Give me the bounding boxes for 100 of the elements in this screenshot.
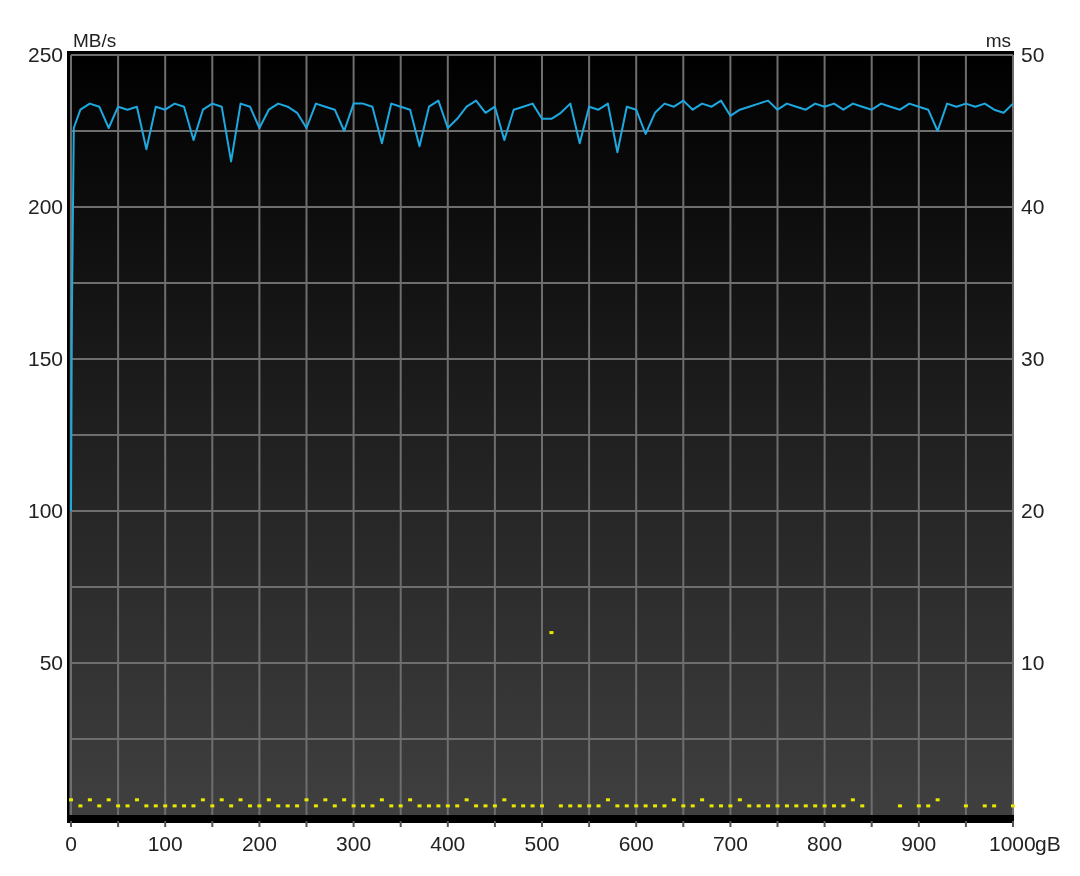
access-time-point — [784, 804, 789, 808]
y-tick-label: 250 — [27, 43, 63, 66]
access-time-point — [116, 804, 121, 808]
y2-axis-title: ms — [985, 30, 1011, 51]
access-time-point — [775, 804, 780, 808]
access-time-point — [191, 804, 196, 808]
access-time-point — [841, 804, 846, 808]
access-time-point — [492, 804, 497, 808]
access-time-point — [728, 804, 733, 808]
access-time-point — [568, 804, 573, 808]
access-time-point — [163, 804, 168, 808]
x-tick-label: 900 — [901, 832, 937, 855]
access-time-point — [530, 804, 535, 808]
y-tick-label: 20 — [1021, 499, 1045, 522]
access-time-point — [511, 804, 516, 808]
access-time-point — [172, 804, 177, 808]
access-time-point — [87, 798, 92, 802]
access-time-point — [615, 804, 620, 808]
access-time-point — [963, 804, 968, 808]
access-time-point — [455, 804, 460, 808]
access-time-point — [342, 798, 347, 802]
x-tick-label: 800 — [807, 832, 843, 855]
access-time-point — [605, 798, 610, 802]
access-time-point — [436, 804, 441, 808]
access-time-point — [766, 804, 771, 808]
access-time-point — [671, 798, 676, 802]
access-time-point — [577, 804, 582, 808]
access-time-point — [379, 798, 384, 802]
access-time-point — [323, 798, 328, 802]
access-time-point — [134, 798, 139, 802]
access-time-point — [794, 804, 799, 808]
access-time-point — [653, 804, 658, 808]
access-time-point — [153, 804, 158, 808]
x-tick-label: 200 — [241, 832, 277, 855]
access-time-point — [624, 804, 629, 808]
x-tick-label: 500 — [524, 832, 560, 855]
access-time-point — [238, 798, 243, 802]
access-time-point — [1011, 804, 1015, 808]
y-tick-label: 50 — [1021, 43, 1045, 66]
x-tick-label: 0 — [65, 832, 77, 855]
access-time-point — [370, 804, 375, 808]
access-time-point — [106, 798, 111, 802]
access-time-point — [719, 804, 723, 808]
access-time-point — [690, 804, 695, 808]
x-tick-label: 1000 — [989, 832, 1036, 855]
y-tick-label: 30 — [1021, 347, 1045, 370]
x-tick-label: 700 — [712, 832, 748, 855]
x-axis-title: gB — [1035, 832, 1061, 855]
access-time-point — [897, 804, 902, 808]
access-time-point — [248, 804, 252, 808]
access-time-point — [850, 798, 855, 802]
access-time-point — [276, 804, 281, 808]
access-time-point — [257, 804, 262, 808]
access-time-point — [709, 804, 714, 808]
access-time-point — [332, 804, 337, 808]
access-time-point — [558, 804, 563, 808]
access-time-point — [521, 804, 526, 808]
access-time-point — [295, 804, 300, 808]
access-time-point — [408, 798, 413, 802]
access-time-point — [285, 804, 290, 808]
access-time-point — [860, 804, 865, 808]
access-time-point — [483, 804, 488, 808]
y-tick-label: 100 — [27, 499, 63, 522]
access-time-point — [229, 804, 234, 808]
access-time-point — [125, 804, 130, 808]
access-time-point — [549, 631, 554, 635]
y-tick-label: 10 — [1021, 651, 1045, 674]
access-time-point — [982, 804, 987, 808]
access-time-point — [210, 804, 215, 808]
y-tick-label: 50 — [39, 651, 63, 674]
y-tick-label: 200 — [27, 195, 63, 218]
access-time-point — [596, 804, 601, 808]
access-time-point — [756, 804, 761, 808]
access-time-point — [643, 804, 648, 808]
x-tick-label: 600 — [618, 832, 654, 855]
access-time-point — [587, 804, 592, 808]
access-time-point — [426, 804, 431, 808]
access-time-point — [822, 804, 827, 808]
access-time-point — [182, 804, 187, 808]
access-time-point — [747, 804, 752, 808]
access-time-point — [832, 804, 836, 808]
y-axis-title: MB/s — [73, 30, 117, 51]
access-time-point — [502, 798, 507, 802]
y-tick-label: 40 — [1021, 195, 1045, 218]
access-time-point — [266, 798, 271, 802]
access-time-point — [304, 798, 309, 802]
access-time-point — [351, 804, 356, 808]
access-time-point — [681, 804, 686, 808]
access-time-point — [445, 804, 450, 808]
access-time-point — [200, 798, 205, 802]
access-time-point — [737, 798, 742, 802]
access-time-point — [219, 798, 224, 802]
access-time-point — [313, 804, 318, 808]
access-time-point — [464, 798, 469, 802]
access-time-point — [926, 804, 931, 808]
access-time-point — [540, 804, 544, 808]
access-time-point — [361, 804, 365, 808]
access-time-point — [389, 804, 394, 808]
access-time-point — [398, 804, 403, 808]
access-time-point — [69, 798, 73, 802]
